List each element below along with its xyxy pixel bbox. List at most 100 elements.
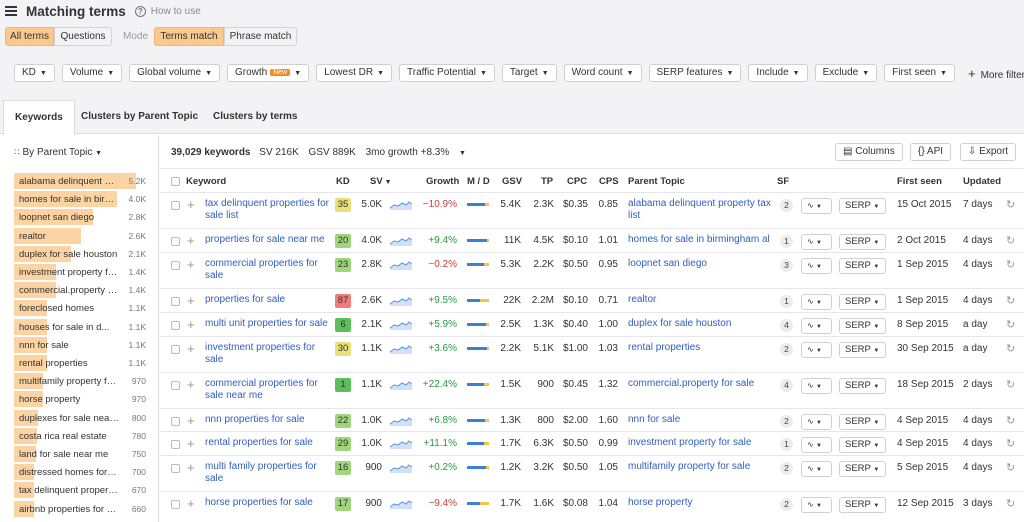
serp-dropdown[interactable]: SERP ▼ [839,198,886,214]
filter-target[interactable]: Target ▼ [501,64,557,82]
trend-sparkline[interactable] [390,378,412,390]
keyword-link[interactable]: horse properties for sale [205,497,330,509]
trend-dropdown[interactable]: ∿ ▼ [801,294,832,310]
refresh-icon[interactable]: ↻ [1006,378,1015,391]
cluster-item[interactable]: investment property for sale 1.4K [14,264,150,280]
filter-serp-features[interactable]: SERP features ▼ [648,64,742,82]
refresh-icon[interactable]: ↻ [1006,461,1015,474]
how-to-use-link[interactable]: How to use [151,6,201,17]
serp-dropdown[interactable]: SERP ▼ [839,378,886,394]
filter-global-volume[interactable]: Global volume ▼ [129,64,220,82]
filter-word-count[interactable]: Word count ▼ [563,64,642,82]
add-to-list-icon[interactable]: + [187,437,195,450]
growth-dropdown[interactable]: 3mo growth +8.3% ▼ [366,147,473,158]
trend-dropdown[interactable]: ∿ ▼ [801,258,832,274]
refresh-icon[interactable]: ↻ [1006,437,1015,450]
col-parent-topic[interactable]: Parent Topic [628,176,685,187]
refresh-icon[interactable]: ↻ [1006,342,1015,355]
row-checkbox[interactable] [171,381,180,390]
col-cpc[interactable]: CPC [567,176,587,187]
refresh-icon[interactable]: ↻ [1006,198,1015,211]
keyword-link[interactable]: commercial properties for sale near me [205,378,330,402]
col-sf[interactable]: SF [777,176,789,187]
keyword-link[interactable]: multi family properties for sale [205,461,330,485]
add-to-list-icon[interactable]: + [187,294,195,307]
row-checkbox[interactable] [171,440,180,449]
cluster-item[interactable]: airbnb properties for sale 660 [14,500,150,517]
trend-sparkline[interactable] [390,437,412,449]
refresh-icon[interactable]: ↻ [1006,294,1015,307]
parent-topic-link[interactable]: multifamily property for sale [628,461,773,473]
add-to-list-icon[interactable]: + [187,234,195,247]
serp-features-count[interactable]: 4 [780,319,793,332]
row-checkbox[interactable] [171,297,180,306]
serp-dropdown[interactable]: SERP ▼ [839,461,886,477]
cluster-item[interactable]: duplex for sale houston 2.1K [14,245,150,262]
cluster-item[interactable]: duplexes for sale near me 800 [14,409,150,426]
cluster-item[interactable]: alabama delinquent property tax list 5.2K [14,173,150,189]
phrase-match-button[interactable]: Phrase match [224,27,297,46]
columns-button[interactable]: ▤ Columns [835,143,903,161]
row-checkbox[interactable] [171,417,180,426]
refresh-icon[interactable]: ↻ [1006,258,1015,271]
filter-kd[interactable]: KD ▼ [14,64,55,82]
parent-topic-link[interactable]: commercial.property for sale [628,378,773,390]
cluster-item[interactable]: horse property 970 [14,391,150,408]
parent-topic-link[interactable]: horse property [628,497,773,509]
serp-features-count[interactable]: 2 [780,415,793,428]
serp-features-count[interactable]: 3 [780,259,793,272]
row-checkbox[interactable] [171,345,180,354]
col-sv[interactable]: SV ▼ [370,176,392,187]
cluster-item[interactable]: land for sale near me 750 [14,446,150,462]
parent-topic-link[interactable]: alabama delinquent property tax list [628,198,773,222]
keyword-link[interactable]: commercial properties for sale [205,258,330,282]
trend-dropdown[interactable]: ∿ ▼ [801,437,832,453]
parent-topic-link[interactable]: nnn for sale [628,414,773,426]
serp-dropdown[interactable]: SERP ▼ [839,342,886,358]
serp-dropdown[interactable]: SERP ▼ [839,497,886,513]
help-icon[interactable]: ? [134,5,146,17]
serp-features-count[interactable]: 2 [780,462,793,475]
add-to-list-icon[interactable]: + [187,318,195,331]
row-checkbox[interactable] [171,237,180,246]
keyword-link[interactable]: properties for sale [205,294,330,306]
tab-clusters-parent[interactable]: Clusters by Parent Topic [70,100,209,134]
cluster-item[interactable]: rental properties 1.1K [14,355,150,371]
cluster-item[interactable]: distressed homes for sale 700 [14,464,150,481]
trend-dropdown[interactable]: ∿ ▼ [801,461,832,477]
col-cps[interactable]: CPS [599,176,619,187]
col-updated[interactable]: Updated [963,176,1001,187]
serp-dropdown[interactable]: SERP ▼ [839,294,886,310]
serp-dropdown[interactable]: SERP ▼ [839,318,886,334]
select-all-checkbox[interactable] [171,177,180,186]
serp-features-count[interactable]: 2 [780,343,793,356]
filter-growth[interactable]: Growth New ▼ [227,64,310,82]
export-button[interactable]: ⇩ Export [960,143,1017,161]
trend-dropdown[interactable]: ∿ ▼ [801,378,832,394]
serp-features-count[interactable]: 2 [780,199,793,212]
col-md[interactable]: M / D [467,176,490,187]
col-kd[interactable]: KD [336,176,350,187]
row-checkbox[interactable] [171,261,180,270]
cluster-item[interactable]: commercial.property for sale 1.4K [14,282,150,299]
parent-topic-link[interactable]: duplex for sale houston [628,318,773,330]
filter-traffic-potential[interactable]: Traffic Potential ▼ [399,64,495,82]
trend-dropdown[interactable]: ∿ ▼ [801,497,832,513]
serp-features-count[interactable]: 1 [780,295,793,308]
trend-dropdown[interactable]: ∿ ▼ [801,318,832,334]
filter-volume[interactable]: Volume ▼ [61,64,123,82]
cluster-item[interactable]: multifamily property for sale 970 [14,373,150,390]
questions-button[interactable]: Questions [54,27,112,46]
row-checkbox[interactable] [171,321,180,330]
trend-sparkline[interactable] [390,342,412,354]
refresh-icon[interactable]: ↻ [1006,497,1015,510]
col-tp[interactable]: TP [541,176,553,187]
serp-dropdown[interactable]: SERP ▼ [839,437,886,453]
trend-sparkline[interactable] [390,198,412,210]
serp-features-count[interactable]: 4 [780,379,793,392]
trend-sparkline[interactable] [390,234,412,246]
cluster-item[interactable]: loopnet san diego 2.8K [14,209,150,226]
col-growth[interactable]: Growth [426,176,459,187]
keyword-link[interactable]: rental properties for sale [205,437,330,449]
api-button[interactable]: {} API [910,143,952,161]
